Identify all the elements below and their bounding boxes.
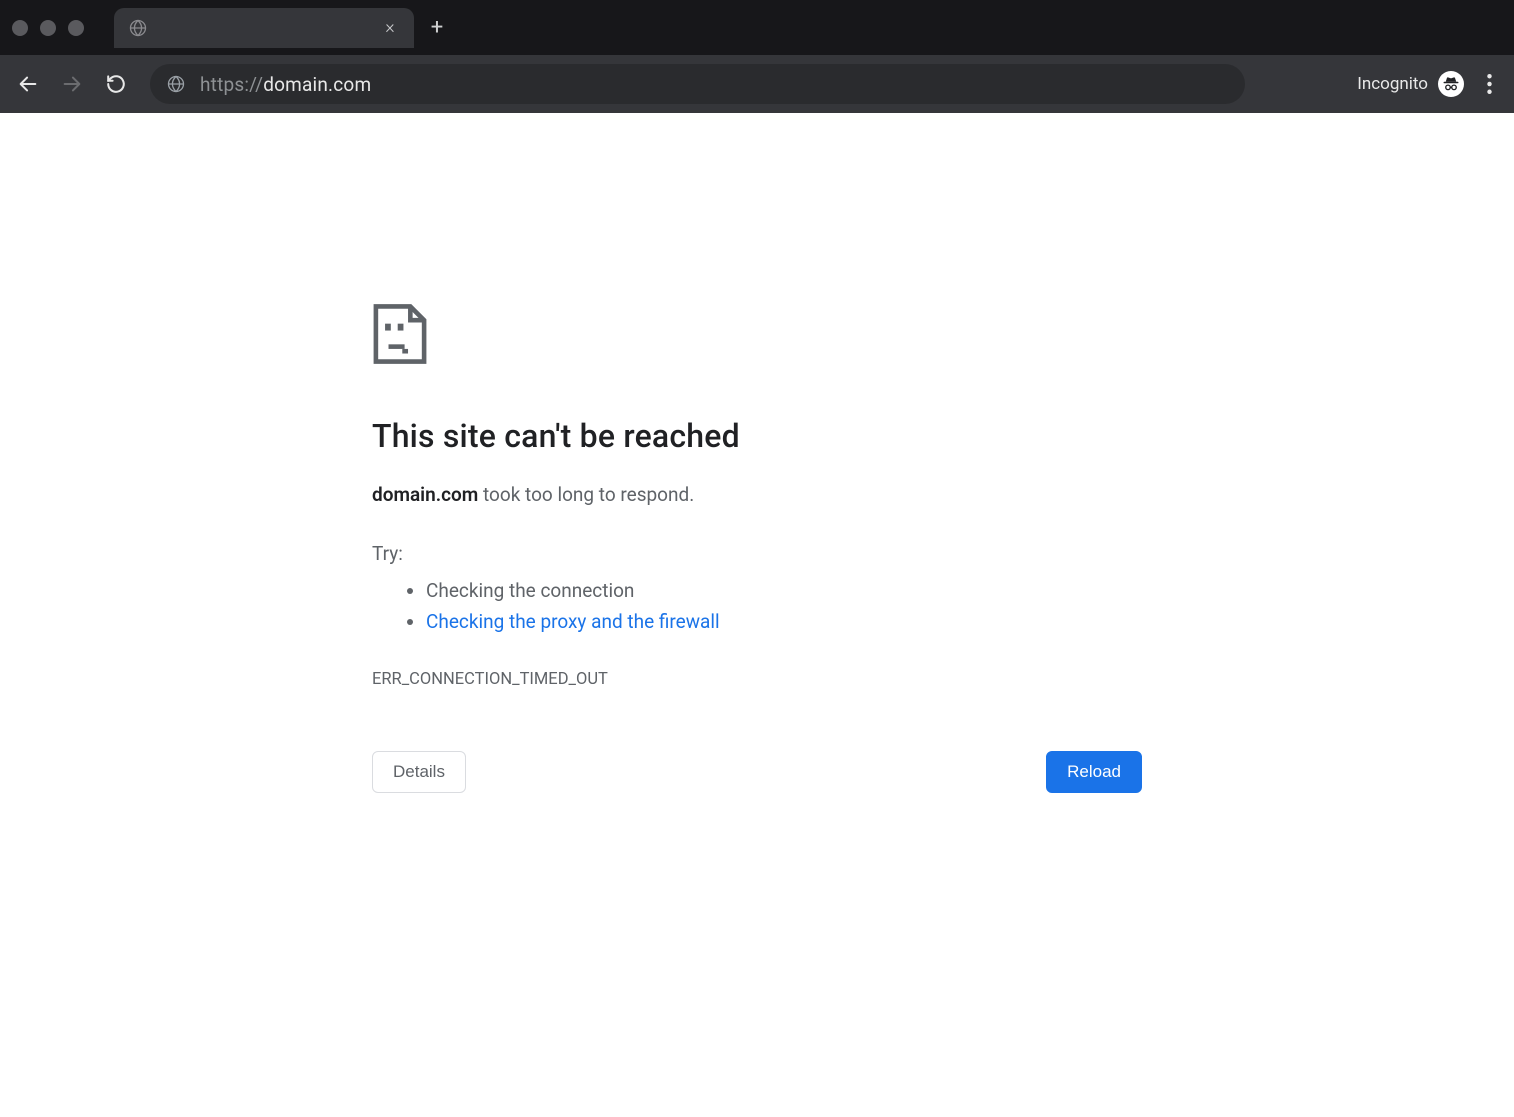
- url-text: https://domain.com: [200, 73, 371, 96]
- button-row: Details Reload: [372, 751, 1142, 793]
- tab-strip: × +: [0, 0, 1514, 55]
- error-container: This site can't be reached domain.com to…: [372, 303, 1142, 793]
- new-tab-button[interactable]: +: [420, 15, 454, 40]
- globe-icon: [128, 18, 148, 38]
- window-minimize-dot[interactable]: [40, 20, 56, 36]
- address-bar[interactable]: https://domain.com: [150, 64, 1245, 104]
- reload-button[interactable]: [98, 66, 134, 102]
- suggestion-proxy: Checking the proxy and the firewall: [426, 606, 1142, 637]
- window-close-dot[interactable]: [12, 20, 28, 36]
- forward-button[interactable]: [54, 66, 90, 102]
- error-heading: This site can't be reached: [372, 417, 1142, 455]
- proxy-firewall-link[interactable]: Checking the proxy and the firewall: [426, 610, 720, 633]
- url-host: domain.com: [263, 73, 371, 96]
- incognito-icon[interactable]: [1438, 71, 1464, 97]
- browser-tab[interactable]: ×: [114, 8, 414, 48]
- details-button[interactable]: Details: [372, 751, 466, 793]
- toolbar: https://domain.com Incognito: [0, 55, 1514, 113]
- back-button[interactable]: [10, 66, 46, 102]
- error-description: domain.com took too long to respond.: [372, 483, 1142, 506]
- close-tab-icon[interactable]: ×: [380, 17, 400, 38]
- suggestion-list: Checking the connection Checking the pro…: [372, 575, 1142, 638]
- window-zoom-dot[interactable]: [68, 20, 84, 36]
- try-label: Try:: [372, 542, 1142, 565]
- incognito-label: Incognito: [1357, 74, 1428, 94]
- sad-page-icon: [372, 303, 1142, 369]
- site-info-icon[interactable]: [166, 74, 186, 94]
- reload-page-button[interactable]: Reload: [1046, 751, 1142, 793]
- browser-chrome: × + https://domain.com Incognito: [0, 0, 1514, 113]
- page-content: This site can't be reached domain.com to…: [0, 113, 1514, 793]
- window-controls: [12, 20, 106, 36]
- menu-button[interactable]: [1474, 69, 1504, 99]
- suggestion-connection: Checking the connection: [426, 575, 1142, 606]
- error-host: domain.com: [372, 483, 478, 506]
- url-scheme: https://: [200, 73, 263, 96]
- error-desc-suffix: took too long to respond.: [478, 483, 694, 506]
- error-code: ERR_CONNECTION_TIMED_OUT: [372, 670, 1142, 689]
